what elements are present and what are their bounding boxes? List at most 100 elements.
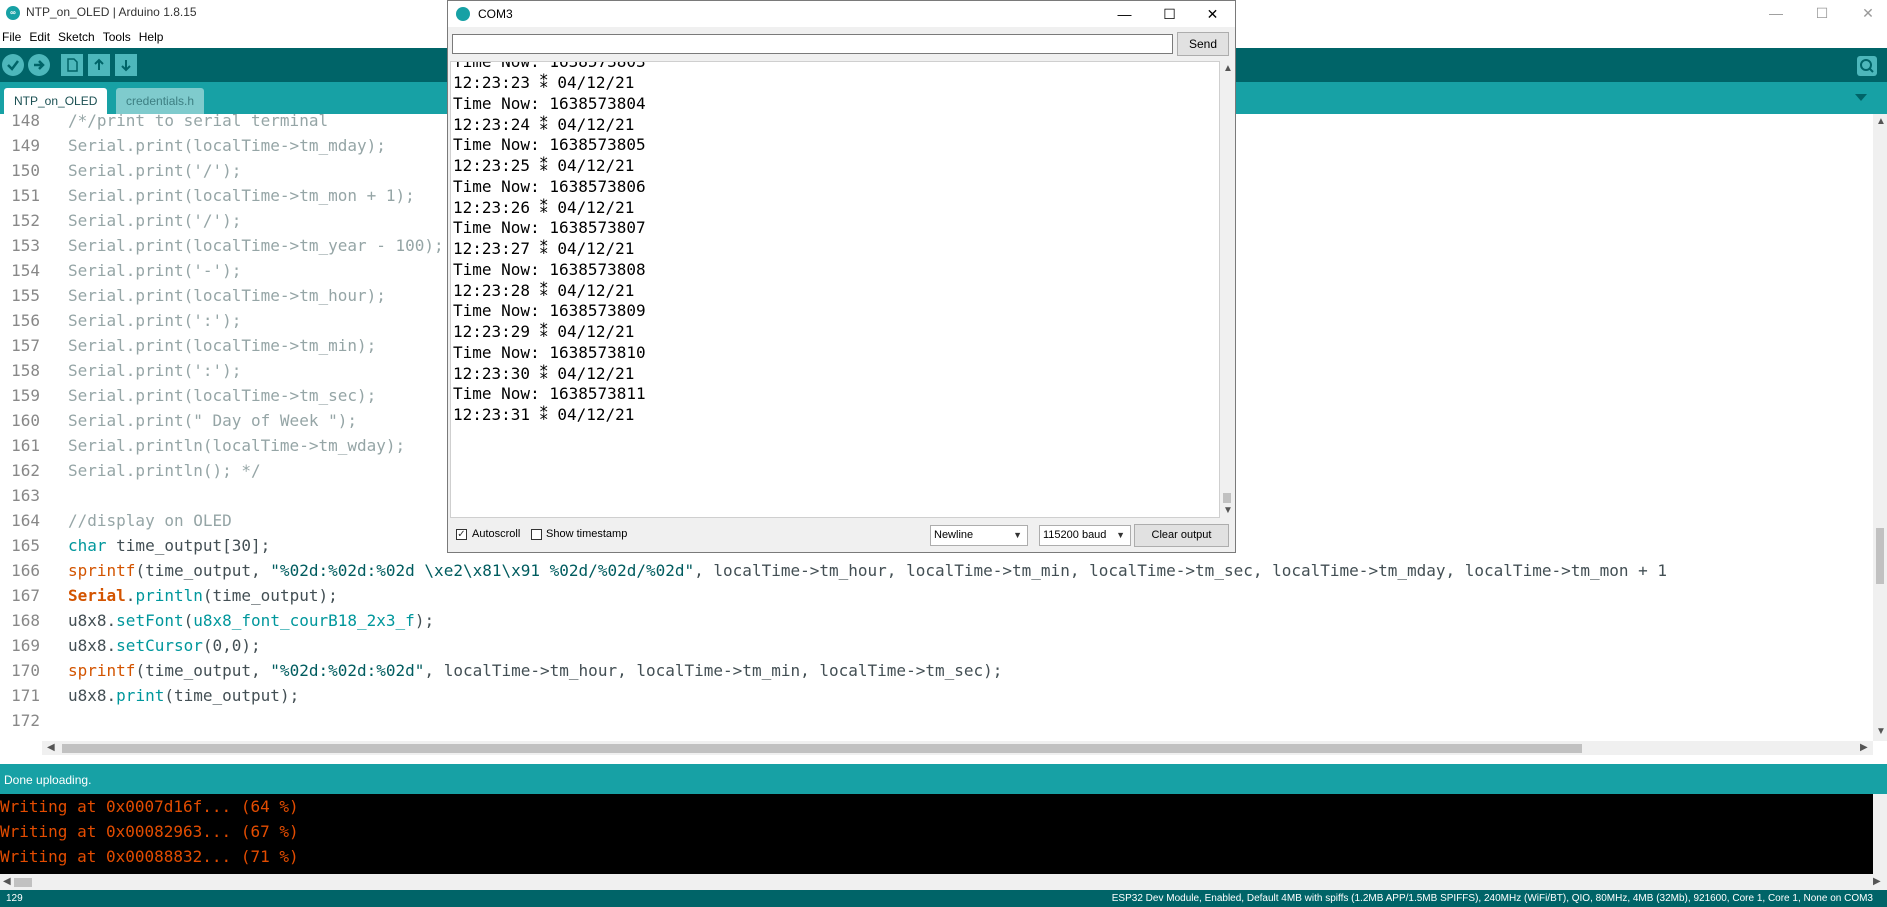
save-sketch-button[interactable]	[115, 54, 137, 76]
upload-button[interactable]	[28, 54, 50, 76]
serial-vertical-scrollbar[interactable]: ▲ ▼	[1220, 61, 1234, 518]
verify-button[interactable]	[2, 54, 24, 76]
console-horizontal-scrollbar[interactable]: ◀ ▶	[0, 874, 1887, 890]
maximize-icon[interactable]: ☐	[1799, 0, 1845, 26]
code-text: Serial.print(localTime->tm_mon + 1);	[68, 186, 415, 205]
line-number: 168	[11, 611, 40, 630]
minimize-icon[interactable]: —	[1753, 0, 1799, 26]
menu-help[interactable]: Help	[135, 26, 168, 44]
code-text: char time_output[30];	[68, 536, 271, 555]
line-number: 167	[11, 586, 40, 605]
serial-send-input[interactable]	[452, 34, 1173, 54]
scroll-down-icon[interactable]: ▼	[1876, 726, 1886, 737]
code-text: u8x8.setFont(u8x8_font_courB18_2x3_f);	[68, 611, 435, 630]
tab-credentials-h[interactable]: credentials.h	[116, 88, 205, 114]
status-bar: Done uploading.	[0, 764, 1887, 794]
code-text: sprintf(time_output, "%02d:%02d:%02d \xe…	[68, 561, 1668, 580]
code-text: Serial.print(localTime->tm_hour);	[68, 286, 386, 305]
line-number: 166	[11, 561, 40, 580]
console-line: Writing at 0x0007d16f... (64 %)	[0, 797, 299, 816]
output-console[interactable]: Writing at 0x0007d16f... (64 %) Writing …	[0, 794, 1873, 874]
code-text: u8x8.setCursor(0,0);	[68, 636, 261, 655]
arrow-right-icon	[34, 60, 45, 70]
console-line: Writing at 0x00082963... (67 %)	[0, 822, 299, 841]
editor-horizontal-scrollbar[interactable]: ◀ ▶	[42, 741, 1873, 755]
line-number: 152	[11, 211, 40, 230]
line-number: 163	[11, 486, 40, 505]
line-number: 151	[11, 186, 40, 205]
line-ending-value: Newline	[934, 529, 974, 541]
tab-menu-icon[interactable]	[1855, 94, 1867, 101]
maximize-icon[interactable]: ☐	[1147, 1, 1192, 27]
code-text: Serial.print(localTime->tm_sec);	[68, 386, 377, 405]
clear-output-button[interactable]: Clear output	[1134, 524, 1229, 547]
code-text: //display on OLED	[68, 511, 232, 530]
line-number: 164	[11, 511, 40, 530]
scroll-thumb[interactable]	[14, 878, 32, 887]
code-text: Serial.print(':');	[68, 361, 242, 380]
arduino-logo-icon: ∞	[6, 6, 20, 20]
line-number: 156	[11, 311, 40, 330]
board-info: ESP32 Dev Module, Enabled, Default 4MB w…	[1111, 893, 1873, 904]
code-text: u8x8.print(time_output);	[68, 686, 300, 705]
status-message: Done uploading.	[4, 773, 92, 787]
line-number: 160	[11, 411, 40, 430]
scroll-left-icon[interactable]: ◀	[47, 742, 55, 753]
console-vertical-scrollbar[interactable]	[1873, 794, 1887, 874]
arrow-up-icon	[94, 58, 104, 70]
send-button[interactable]: Send	[1177, 32, 1229, 56]
baud-rate-select[interactable]: 115200 baud ▼	[1039, 525, 1131, 546]
line-number: 153	[11, 236, 40, 255]
line-number: 149	[11, 136, 40, 155]
open-sketch-button[interactable]	[88, 54, 110, 76]
line-number: 159	[11, 386, 40, 405]
scroll-down-icon[interactable]: ▼	[1223, 505, 1233, 516]
output-line: 12:23:31 ⁑ 04/12/21	[453, 405, 635, 424]
code-text: Serial.print(':');	[68, 311, 242, 330]
serial-monitor-titlebar: COM3 — ☐ ✕	[448, 1, 1235, 27]
line-number: 171	[11, 686, 40, 705]
scroll-right-icon[interactable]: ▶	[1873, 876, 1881, 887]
line-number: 161	[11, 436, 40, 455]
minimize-icon[interactable]: —	[1102, 1, 1147, 27]
serial-monitor-button[interactable]	[1857, 56, 1877, 76]
scroll-right-icon[interactable]: ▶	[1860, 742, 1868, 753]
code-text: Serial.println(); */	[68, 461, 261, 480]
line-ending-select[interactable]: Newline ▼	[930, 525, 1028, 546]
checkmark-icon	[7, 60, 19, 71]
line-number: 155	[11, 286, 40, 305]
scroll-up-icon[interactable]: ▲	[1223, 63, 1233, 74]
arrow-down-icon	[121, 60, 131, 72]
close-icon[interactable]: ✕	[1190, 1, 1235, 27]
show-timestamp-checkbox[interactable]	[531, 529, 542, 540]
new-sketch-button[interactable]	[61, 54, 83, 76]
menu-sketch[interactable]: Sketch	[54, 26, 99, 44]
serial-output[interactable]: Time Now: 1638573803 12:23:23 ⁑ 04/12/21…	[450, 61, 1220, 518]
menu-edit[interactable]: Edit	[25, 26, 54, 44]
menu-tools[interactable]: Tools	[99, 26, 135, 44]
line-number: 162	[11, 461, 40, 480]
serial-monitor-window: COM3 — ☐ ✕ Send Time Now: 1638573803 12:…	[447, 0, 1236, 553]
arduino-logo-icon	[456, 7, 470, 21]
close-icon[interactable]: ✕	[1845, 0, 1887, 26]
autoscroll-label: Autoscroll	[472, 528, 521, 540]
line-number: 157	[11, 336, 40, 355]
serial-port-title: COM3	[478, 7, 513, 21]
autoscroll-checkbox[interactable]: ✓	[456, 529, 467, 540]
chevron-down-icon: ▼	[1116, 530, 1125, 540]
scroll-thumb[interactable]	[1223, 493, 1231, 503]
baud-rate-value: 115200 baud	[1043, 529, 1107, 541]
code-text: Serial.print(localTime->tm_year - 100);	[68, 236, 444, 255]
menu-file[interactable]: File	[0, 26, 25, 44]
scroll-thumb[interactable]	[62, 744, 1582, 753]
line-number: 148	[11, 114, 40, 130]
code-text: Serial.print('-');	[68, 261, 242, 280]
code-text: Serial.print('/');	[68, 211, 242, 230]
serial-options-bar: ✓ Autoscroll Show timestamp Newline ▼ 11…	[448, 521, 1235, 551]
tab-ntp-on-oled[interactable]: NTP_on_OLED	[4, 88, 108, 114]
editor-vertical-scrollbar[interactable]: ▲ ▼	[1873, 114, 1887, 741]
scroll-thumb[interactable]	[1876, 528, 1884, 584]
line-number: 172	[11, 711, 40, 730]
scroll-left-icon[interactable]: ◀	[3, 876, 11, 887]
scroll-up-icon[interactable]: ▲	[1876, 116, 1886, 127]
